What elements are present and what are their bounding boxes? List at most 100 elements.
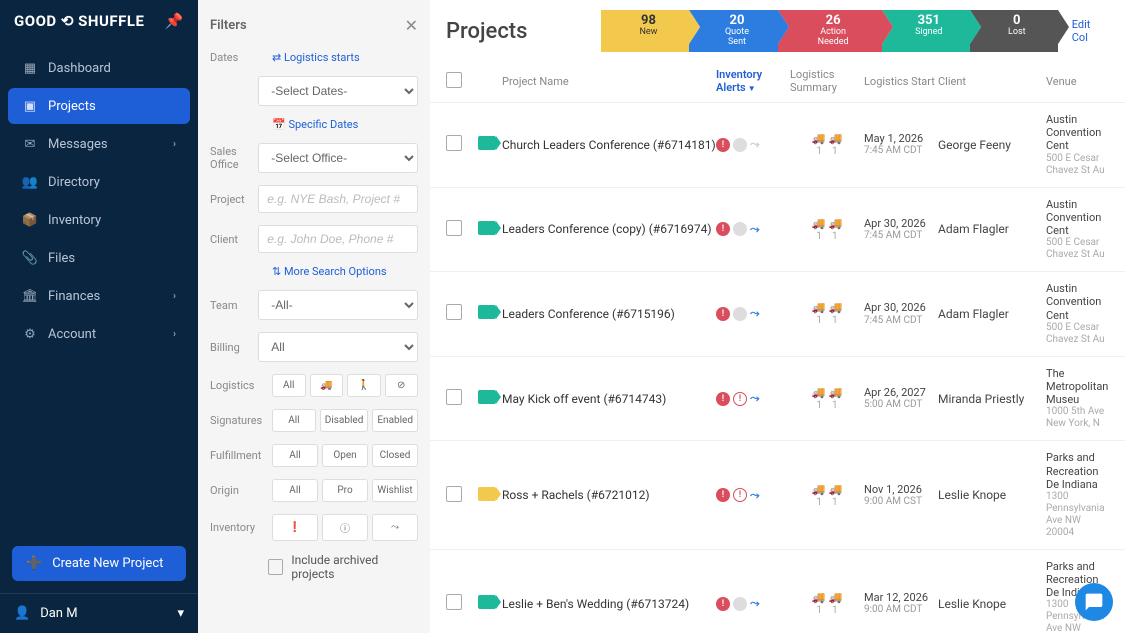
col-project-name[interactable]: Project Name bbox=[502, 75, 716, 88]
main-content: Projects 98New20Quote Sent26Action Neede… bbox=[430, 0, 1125, 633]
truck-icon: 🚚 bbox=[812, 301, 826, 314]
row-checkbox[interactable] bbox=[446, 135, 462, 151]
ful-open-button[interactable]: Open bbox=[322, 444, 368, 467]
alert-red-icon: ! bbox=[716, 597, 730, 611]
sidebar-item-projects[interactable]: ▣Projects bbox=[8, 88, 190, 124]
billing-dropdown[interactable]: All bbox=[258, 332, 418, 362]
client-name[interactable]: Leslie Knope bbox=[938, 597, 1046, 611]
directory-icon: 👥 bbox=[22, 174, 38, 190]
sidebar-item-directory[interactable]: 👥 Directory bbox=[8, 164, 190, 200]
sidebar-item-dashboard[interactable]: ▦Dashboard bbox=[8, 50, 190, 86]
projects-icon: ▣ bbox=[22, 98, 38, 114]
project-filter-input[interactable] bbox=[258, 185, 418, 213]
truck-icon: 🚚 bbox=[829, 301, 843, 314]
row-checkbox[interactable] bbox=[446, 220, 462, 236]
sidebar: GOOD ⟲ SHUFFLE 📌 ▦Dashboard▣Projects✉Mes… bbox=[0, 0, 198, 633]
logistics-time: 5:00 AM CDT bbox=[864, 399, 938, 411]
team-dropdown[interactable]: -All- bbox=[258, 290, 418, 320]
inv-alert-button[interactable]: ❗ bbox=[272, 514, 318, 541]
chevron-right-icon: › bbox=[173, 139, 176, 150]
row-checkbox[interactable] bbox=[446, 389, 462, 405]
route-icon: ⤳ bbox=[750, 488, 764, 503]
venue-address: 500 E Cesar Chavez St Au bbox=[1046, 153, 1109, 177]
create-project-button[interactable]: ➕ Create New Project bbox=[12, 546, 186, 581]
project-name[interactable]: Leslie + Ben's Wedding (#6713724) bbox=[502, 597, 716, 611]
project-name[interactable]: Church Leaders Conference (#6714181) bbox=[502, 138, 716, 152]
row-checkbox[interactable] bbox=[446, 486, 462, 502]
ful-all-button[interactable]: All bbox=[272, 444, 318, 467]
sig-enabled-button[interactable]: Enabled bbox=[372, 409, 418, 432]
client-name[interactable]: Adam Flagler bbox=[938, 222, 1046, 236]
project-name[interactable]: Ross + Rachels (#6721012) bbox=[502, 488, 716, 502]
account-icon: ⚙ bbox=[22, 326, 38, 342]
finances-icon: 🏛 bbox=[22, 288, 38, 304]
logistics-starts-link[interactable]: ⇄ Logistics starts bbox=[272, 51, 418, 64]
messages-icon: ✉ bbox=[22, 136, 38, 152]
edit-columns-button[interactable]: Edit Col bbox=[1072, 18, 1109, 44]
client-name[interactable]: Miranda Priestly bbox=[938, 392, 1046, 406]
project-row[interactable]: Ross + Rachels (#6721012) !!⤳ 🚚🚚 11 Nov … bbox=[430, 441, 1125, 550]
row-checkbox[interactable] bbox=[446, 304, 462, 320]
sidebar-item-files[interactable]: 📎Files bbox=[8, 240, 190, 276]
ful-closed-button[interactable]: Closed bbox=[372, 444, 418, 467]
client-name[interactable]: George Feeny bbox=[938, 138, 1046, 152]
pipeline-new[interactable]: 98New bbox=[601, 10, 689, 52]
intercom-button[interactable] bbox=[1075, 583, 1113, 621]
project-row[interactable]: Leaders Conference (#6715196) !⤳ 🚚🚚 11 A… bbox=[430, 272, 1125, 357]
project-tag bbox=[478, 305, 496, 319]
inv-route-button[interactable]: ⤳ bbox=[372, 514, 418, 541]
logistics-none-button[interactable]: ⊘ bbox=[385, 374, 419, 397]
project-tag bbox=[478, 595, 496, 609]
pin-icon[interactable]: 📌 bbox=[165, 12, 184, 30]
plus-icon: ➕ bbox=[26, 556, 42, 571]
col-venue[interactable]: Venue bbox=[1046, 75, 1109, 88]
col-start[interactable]: Logistics Start bbox=[864, 75, 938, 88]
client-name[interactable]: Leslie Knope bbox=[938, 488, 1046, 502]
project-name[interactable]: Leaders Conference (copy) (#6716974) bbox=[502, 222, 716, 236]
archived-checkbox[interactable] bbox=[268, 559, 283, 575]
user-menu[interactable]: 👤 Dan M ▾ bbox=[0, 593, 198, 633]
select-all-checkbox[interactable] bbox=[446, 72, 462, 88]
nav-label: Directory bbox=[48, 175, 100, 190]
project-row[interactable]: Church Leaders Conference (#6714181) !⤳ … bbox=[430, 103, 1125, 188]
pipeline-lost[interactable]: 0Lost bbox=[970, 10, 1058, 52]
sidebar-item-inventory[interactable]: 📦Inventory bbox=[8, 202, 190, 238]
client-name[interactable]: Adam Flagler bbox=[938, 307, 1046, 321]
pipeline-signed[interactable]: 351Signed bbox=[882, 10, 970, 52]
sidebar-item-account[interactable]: ⚙Account› bbox=[8, 316, 190, 352]
inv-info-button[interactable]: ⓘ bbox=[322, 514, 368, 541]
project-name[interactable]: Leaders Conference (#6715196) bbox=[502, 307, 716, 321]
more-search-link[interactable]: ⇅ More Search Options bbox=[272, 265, 387, 278]
logistics-time: 7:45 AM CDT bbox=[864, 145, 938, 157]
select-dates-dropdown[interactable]: -Select Dates- bbox=[258, 76, 418, 106]
col-logistics[interactable]: Logistics Summary bbox=[790, 68, 864, 94]
project-row[interactable]: Leslie + Ben's Wedding (#6713724) !⤳ 🚚🚚 … bbox=[430, 550, 1125, 633]
origin-pro-button[interactable]: Pro bbox=[322, 479, 368, 502]
logistics-truck-button[interactable]: 🚚 bbox=[310, 374, 344, 397]
project-row[interactable]: Leaders Conference (copy) (#6716974) !⤳ … bbox=[430, 188, 1125, 273]
logistics-all-button[interactable]: All bbox=[272, 374, 306, 397]
inventory-filter-label: Inventory bbox=[210, 521, 264, 534]
sidebar-item-messages[interactable]: ✉Messages› bbox=[8, 126, 190, 162]
sig-all-button[interactable]: All bbox=[272, 409, 316, 432]
project-row[interactable]: May Kick off event (#6714743) !!⤳ 🚚🚚 11 … bbox=[430, 357, 1125, 442]
pipeline-action-needed[interactable]: 26Action Needed bbox=[778, 10, 881, 52]
client-filter-input[interactable] bbox=[258, 225, 418, 253]
project-name[interactable]: May Kick off event (#6714743) bbox=[502, 392, 716, 406]
alert-grey-icon bbox=[733, 222, 747, 236]
sales-office-dropdown[interactable]: -Select Office- bbox=[258, 143, 418, 173]
sidebar-item-finances[interactable]: 🏛Finances› bbox=[8, 278, 190, 314]
col-alerts[interactable]: Inventory Alerts▼ bbox=[716, 68, 790, 94]
logistics-walk-button[interactable]: 🚶 bbox=[347, 374, 381, 397]
origin-wishlist-button[interactable]: Wishlist bbox=[372, 479, 418, 502]
logistics-date: Apr 30, 2026 bbox=[864, 217, 938, 230]
origin-all-button[interactable]: All bbox=[272, 479, 318, 502]
sig-disabled-button[interactable]: Disabled bbox=[320, 409, 369, 432]
pipeline-quote-sent[interactable]: 20Quote Sent bbox=[689, 10, 778, 52]
specific-dates-link[interactable]: 📅 Specific Dates bbox=[272, 118, 358, 131]
close-filters-button[interactable]: ✕ bbox=[405, 16, 418, 35]
row-checkbox[interactable] bbox=[446, 594, 462, 610]
logistics-date: Nov 1, 2026 bbox=[864, 483, 938, 496]
dashboard-icon: ▦ bbox=[22, 60, 38, 76]
col-client[interactable]: Client bbox=[938, 75, 1046, 88]
